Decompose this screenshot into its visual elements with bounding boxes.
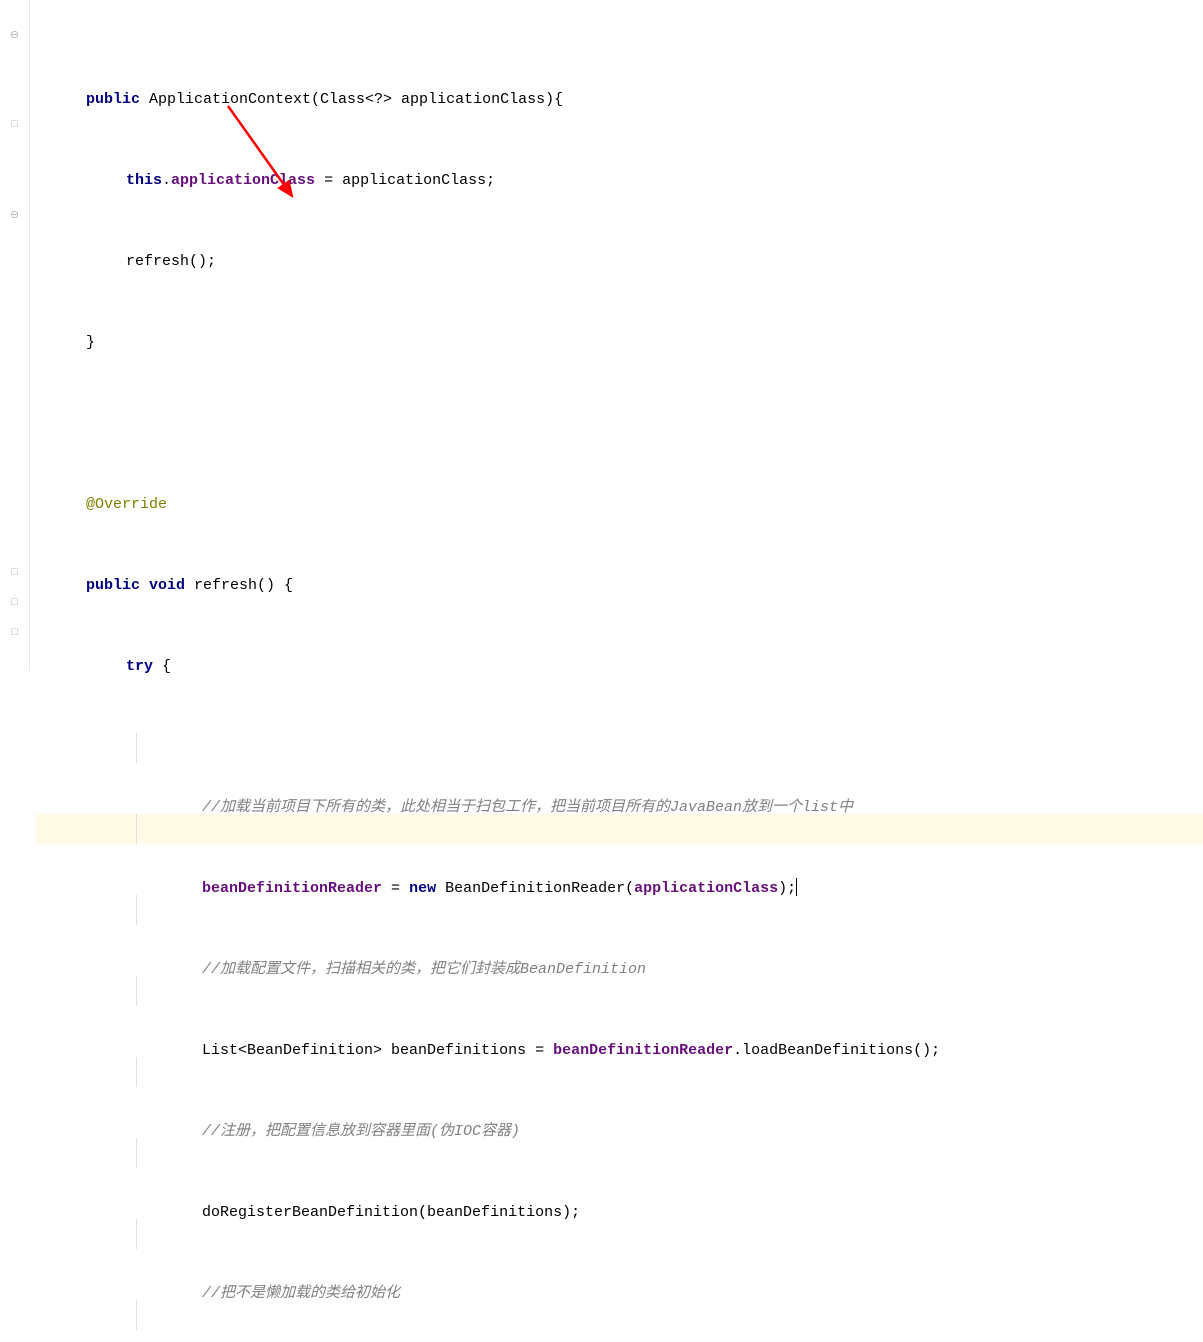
fold-marker[interactable]: □ [10,598,20,608]
code-text: . [162,172,171,189]
keyword: void [140,577,185,594]
fold-marker[interactable]: □ [10,120,20,130]
fold-marker[interactable]: ⊖ [10,30,20,40]
code-line[interactable]: refresh(); [36,247,1203,277]
code-line[interactable]: //把不是懒加载的类给初始化 [36,1219,1203,1249]
keyword: public [86,577,140,594]
fold-marker[interactable]: ⊖ [10,210,20,220]
code-line[interactable]: doAutowired(); [36,1300,1203,1330]
code-line[interactable]: } [36,328,1203,358]
fold-marker[interactable]: □ [10,628,20,638]
code-line[interactable]: //加载配置文件，扫描相关的类，把它们封装成BeanDefinition [36,895,1203,925]
code-line-current[interactable]: beanDefinitionReader = new BeanDefinitio… [36,814,1203,844]
code-line[interactable] [36,409,1203,439]
keyword: this [126,172,162,189]
field-ref: applicationClass [171,172,315,189]
fold-marker[interactable]: □ [10,568,20,578]
code-text: refresh(); [126,253,216,270]
code-line[interactable]: List<BeanDefinition> beanDefinitions = b… [36,976,1203,1006]
code-line[interactable]: public ApplicationContext(Class<?> appli… [36,85,1203,115]
code-line[interactable]: public void refresh() { [36,571,1203,601]
annotation: @Override [86,496,167,513]
code-line[interactable]: this.applicationClass = applicationClass… [36,166,1203,196]
code-text: { [153,658,171,675]
code-text: ApplicationContext(Class<?> applicationC… [140,91,563,108]
keyword: public [86,91,140,108]
code-text: refresh() { [185,577,293,594]
code-line[interactable]: //加载当前项目下所有的类，此处相当于扫包工作，把当前项目所有的JavaBean… [36,733,1203,763]
code-editor[interactable]: public ApplicationContext(Class<?> appli… [30,0,1203,671]
code-line[interactable]: doRegisterBeanDefinition(beanDefinitions… [36,1138,1203,1168]
code-text: = applicationClass; [315,172,495,189]
code-text: } [86,334,95,351]
text-caret [796,878,797,896]
gutter: ⊖ □ ⊖ □ □ □ [0,0,30,671]
code-line[interactable]: @Override [36,490,1203,520]
keyword: try [126,658,153,675]
code-line[interactable]: try { [36,652,1203,682]
code-line[interactable]: //注册，把配置信息放到容器里面(伪IOC容器) [36,1057,1203,1087]
